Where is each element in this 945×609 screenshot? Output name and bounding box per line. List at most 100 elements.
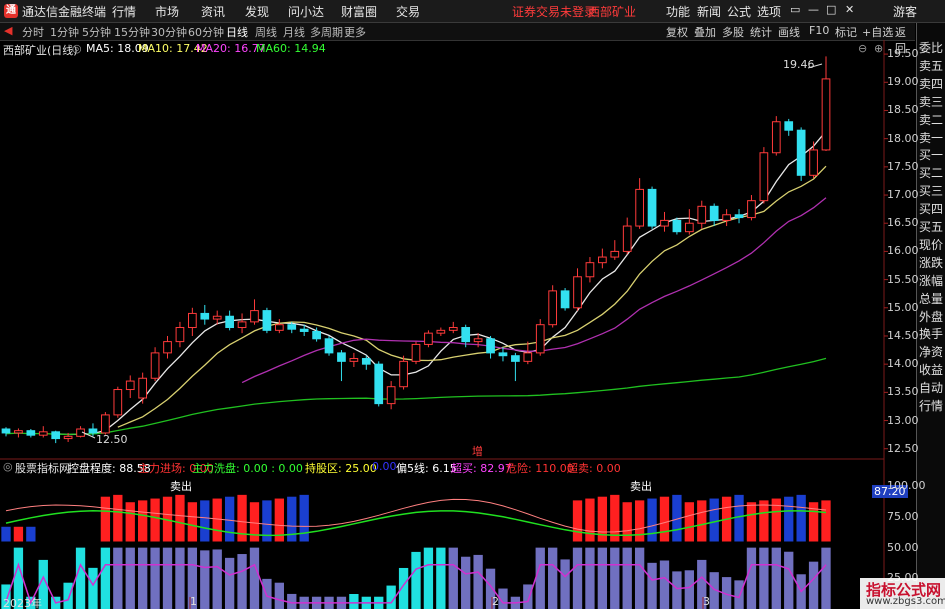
indicator-bar-low xyxy=(535,547,545,609)
kline-chart[interactable]: 西部矿业(日线) ◎ MA5: 18.09 MA10: 17.42 MA20: … xyxy=(0,40,919,460)
tool-draw-line[interactable]: 画线 xyxy=(778,24,800,40)
menu-item-newsright[interactable]: 新闻 xyxy=(697,3,721,20)
indicator-bar-low xyxy=(212,549,222,609)
right-tab-10[interactable]: 买五 xyxy=(919,220,945,235)
period-tab-30min[interactable]: 30分钟 xyxy=(151,24,187,40)
login-warning[interactable]: 证券交易未登录 xyxy=(512,3,596,20)
restore-icon[interactable]: — xyxy=(808,3,819,16)
indicator-bar-high xyxy=(709,498,719,542)
indicator-chart[interactable]: ◎ 股票指标网 控盘程度: 88.58 主力进场: 0.00 主力洗盘: 0.00 … xyxy=(0,460,926,609)
menu-item-quotes[interactable]: 行情 xyxy=(112,3,136,20)
maximize-icon[interactable]: □ xyxy=(826,3,836,16)
menu-item-trade[interactable]: 交易 xyxy=(396,3,420,20)
tool-add-favorite[interactable]: +自选 xyxy=(862,24,893,40)
candle-body xyxy=(461,327,471,343)
tool-statistics[interactable]: 统计 xyxy=(750,24,772,40)
tool-overlay[interactable]: 叠加 xyxy=(694,24,716,40)
right-tab-7[interactable]: 买二 xyxy=(919,166,945,181)
candle-body xyxy=(138,377,148,399)
ma60-label: MA60: 14.94 xyxy=(256,42,326,55)
right-tab-20[interactable]: 行情 xyxy=(919,399,945,414)
menu-item-function[interactable]: 功能 xyxy=(666,3,690,20)
candle-body xyxy=(684,222,694,233)
candle-body xyxy=(548,290,558,326)
tool-adjust[interactable]: 复权 xyxy=(666,24,688,40)
right-tab-14[interactable]: 总量 xyxy=(919,292,945,307)
menu-item-formula[interactable]: 公式 xyxy=(727,3,751,20)
period-tab-more[interactable]: 更多 xyxy=(344,24,366,40)
right-tab-9[interactable]: 买四 xyxy=(919,202,945,217)
indicator-bar-high xyxy=(224,496,235,542)
period-tab-intraday[interactable]: 分时 xyxy=(22,24,44,40)
price-tick: 18.00 xyxy=(887,131,919,145)
indicator-bar-low xyxy=(771,547,781,609)
indicator-bar-low xyxy=(249,547,260,609)
candle-body xyxy=(250,310,259,323)
period-tab-15min[interactable]: 15分钟 xyxy=(114,24,150,40)
candle-body xyxy=(759,152,769,202)
right-tab-13[interactable]: 涨幅 xyxy=(919,274,945,289)
right-tab-17[interactable]: 净资 xyxy=(919,345,945,360)
candle-body xyxy=(101,414,110,434)
right-tab-16[interactable]: 换手 xyxy=(919,327,945,342)
indicator-item-5: 偏5线: 6.15 xyxy=(396,462,457,475)
collapse-icon[interactable]: ⊖ xyxy=(858,42,867,55)
period-tab-60min[interactable]: 60分钟 xyxy=(188,24,224,40)
right-tab-18[interactable]: 收益 xyxy=(919,363,945,378)
right-tab-5[interactable]: 卖一 xyxy=(919,131,945,146)
right-tab-12[interactable]: 涨跌 xyxy=(919,256,945,271)
settings-icon[interactable]: ◎ xyxy=(72,42,82,55)
right-tab-0[interactable]: 委比 xyxy=(919,41,945,56)
right-tab-11[interactable]: 现价 xyxy=(919,238,945,253)
right-tab-1[interactable]: 卖五 xyxy=(919,59,945,74)
period-tab-1min[interactable]: 1分钟 xyxy=(50,24,79,40)
right-tab-8[interactable]: 买三 xyxy=(919,184,945,199)
menu-item-options[interactable]: 选项 xyxy=(757,3,781,20)
right-tab-4[interactable]: 卖二 xyxy=(919,113,945,128)
candle-body xyxy=(511,355,520,362)
indicator-bar-high xyxy=(175,494,185,542)
period-tab-5min[interactable]: 5分钟 xyxy=(82,24,111,40)
title-bar: 通 通达信金融终端 行情 市场 资讯 发现 问小达 财富圈 交易 证券交易未登录… xyxy=(0,0,945,23)
candle-body xyxy=(163,341,172,354)
right-tab-6[interactable]: 买一 xyxy=(919,148,945,163)
period-tab-monthly[interactable]: 月线 xyxy=(283,24,305,40)
close-icon[interactable]: ✕ xyxy=(845,3,854,16)
period-tab-daily[interactable]: 日线 xyxy=(226,24,248,40)
period-tab-multi[interactable]: 多周期 xyxy=(310,24,343,40)
candle-body xyxy=(274,324,284,331)
date-axis-label: 2023年 xyxy=(3,597,42,609)
menu-item-news[interactable]: 资讯 xyxy=(201,3,225,20)
indicator-bar-low xyxy=(746,547,757,609)
menu-item-wealth[interactable]: 财富圈 xyxy=(341,3,377,20)
indicator-bar-low xyxy=(622,547,632,609)
high-price-label: 19.46 xyxy=(783,58,815,71)
right-tab-3[interactable]: 卖三 xyxy=(919,95,945,110)
minimize-icon[interactable]: ▭ xyxy=(790,3,800,16)
guest-label[interactable]: 游客 xyxy=(893,3,917,20)
indicator-tick: 100.00 xyxy=(887,479,926,493)
tool-f10[interactable]: F10 xyxy=(809,24,829,37)
back-arrow-icon[interactable]: ◀ xyxy=(4,24,12,37)
indicator-bar-high xyxy=(759,500,769,542)
indicator-settings-icon[interactable]: ◎ xyxy=(3,460,13,473)
right-tab-15[interactable]: 外盘 xyxy=(919,310,945,325)
candle-body xyxy=(386,386,396,405)
tool-multi-stock[interactable]: 多股 xyxy=(722,24,744,40)
candle-body xyxy=(709,205,719,221)
tool-mark[interactable]: 标记 xyxy=(835,24,857,40)
zoom-icon[interactable]: ⊕ xyxy=(874,42,883,55)
candle-body xyxy=(26,430,36,436)
menu-item-discover[interactable]: 发现 xyxy=(245,3,269,20)
indicator-item-8: 超卖: 0.00 xyxy=(567,462,621,475)
menu-item-market[interactable]: 市场 xyxy=(155,3,179,20)
indicator-bar-high xyxy=(212,498,222,542)
right-tab-2[interactable]: 卖四 xyxy=(919,77,945,92)
candle-body xyxy=(349,358,359,362)
right-tab-19[interactable]: 自动 xyxy=(919,381,945,396)
indicator-bar-high xyxy=(26,526,36,542)
indicator-bar-high xyxy=(1,526,11,542)
menu-item-ask[interactable]: 问小达 xyxy=(288,3,324,20)
period-tab-weekly[interactable]: 周线 xyxy=(255,24,277,40)
candle-body xyxy=(175,327,185,343)
